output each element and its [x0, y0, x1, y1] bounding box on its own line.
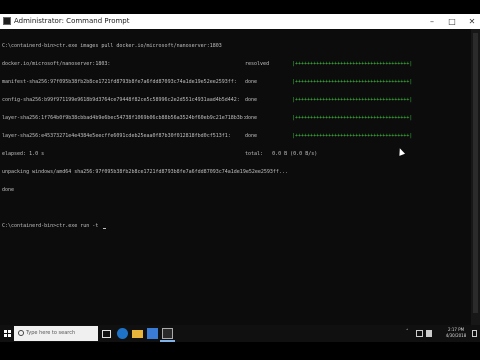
start-button[interactable] [0, 325, 14, 342]
prompt-text: C:\containerd-bin>ctr.exe run -t [2, 223, 102, 229]
line-text: C:\containerd-bin>ctr.exe images pull do… [2, 43, 222, 49]
active-app-indicator [160, 340, 175, 342]
taskbar: Type here to search ˄ 2:17 PM 4/30/2018 [0, 325, 480, 342]
maximize-button[interactable]: □ [444, 14, 460, 29]
text-cursor [103, 228, 107, 229]
progress-bar: |++++++++++++++++++++++++++++++++++++++| [292, 115, 413, 121]
line-status: total: 0.0 B (0.0 B/s) [245, 151, 318, 157]
windows-logo-icon [4, 330, 11, 337]
network-icon[interactable] [416, 330, 423, 337]
search-placeholder: Type here to search [26, 330, 76, 336]
task-view-icon[interactable] [102, 330, 111, 338]
terminal-line: layer-sha256:e45373271e4e4384e5eecffe609… [2, 133, 468, 139]
progress-bar: |++++++++++++++++++++++++++++++++++++++| [292, 133, 413, 139]
volume-icon[interactable] [426, 330, 432, 337]
minimize-button[interactable]: – [424, 14, 440, 29]
command-prompt-taskbar-icon[interactable] [162, 328, 173, 339]
terminal-line: config-sha256:b99f971199e9618b9d3764ce79… [2, 97, 468, 103]
line-text: layer-sha256:1f764b0f9b38cbbad4b9e6bec54… [2, 115, 246, 121]
line-text: config-sha256:b99f971199e9618b9d3764ce79… [2, 97, 240, 103]
terminal-line: manifest-sha256:97f095b38fb2b8ce1721fd87… [2, 79, 468, 85]
system-tray: ˄ 2:17 PM 4/30/2018 [406, 325, 477, 342]
desktop-screen: Administrator: Command Prompt – □ ✕ C:\c… [0, 0, 480, 360]
line-status: done [245, 79, 258, 85]
line-status: done [245, 115, 258, 121]
terminal-line: layer-sha256:1f764b0f9b38cbbad4b9e6bec54… [2, 115, 468, 121]
clock[interactable]: 2:17 PM 4/30/2018 [442, 327, 470, 339]
scrollbar-thumb[interactable] [473, 33, 478, 313]
line-text: manifest-sha256:97f095b38fb2b8ce1721fd87… [2, 79, 237, 85]
vertical-scrollbar[interactable] [471, 29, 480, 325]
line-text: unpacking windows/amd64 sha256:97f095b38… [2, 169, 288, 175]
terminal-prompt-line[interactable]: C:\containerd-bin>ctr.exe run -t [2, 223, 468, 229]
store-icon[interactable] [147, 328, 158, 339]
edge-browser-icon[interactable] [117, 328, 128, 339]
window-title: Administrator: Command Prompt [14, 17, 130, 25]
terminal-line: unpacking windows/amd64 sha256:97f095b38… [2, 169, 468, 175]
line-text: layer-sha256:e45373271e4e4384e5eecffe609… [2, 133, 231, 139]
line-status: done [245, 97, 258, 103]
show-hidden-icons-icon[interactable]: ˄ [406, 329, 409, 336]
progress-bar: |++++++++++++++++++++++++++++++++++++++| [292, 61, 413, 67]
line-text: docker.io/microsoft/nanoserver:1803: [2, 61, 111, 67]
line-status: resolved [245, 61, 270, 67]
terminal-line: done [2, 187, 468, 193]
command-prompt-window[interactable]: Administrator: Command Prompt – □ ✕ C:\c… [0, 14, 480, 325]
progress-bar: |++++++++++++++++++++++++++++++++++++++| [292, 97, 413, 103]
line-text: done [2, 187, 15, 193]
clock-date: 4/30/2018 [445, 333, 467, 338]
progress-bar: |++++++++++++++++++++++++++++++++++++++| [292, 79, 413, 85]
window-titlebar[interactable]: Administrator: Command Prompt – □ ✕ [0, 14, 480, 29]
search-input[interactable]: Type here to search [14, 326, 98, 341]
search-icon [18, 330, 24, 336]
terminal-line: docker.io/microsoft/nanoserver:1803: reso… [2, 61, 468, 67]
line-text: elapsed: 1.0 s [2, 151, 45, 157]
line-status: done [245, 133, 258, 139]
close-button[interactable]: ✕ [464, 14, 480, 29]
cmd-app-icon [3, 17, 11, 25]
notification-icon[interactable] [472, 330, 477, 337]
file-explorer-icon[interactable] [132, 330, 143, 338]
terminal-line: C:\containerd-bin>ctr.exe images pull do… [2, 43, 468, 49]
terminal-output[interactable]: C:\containerd-bin>ctr.exe images pull do… [2, 31, 468, 323]
